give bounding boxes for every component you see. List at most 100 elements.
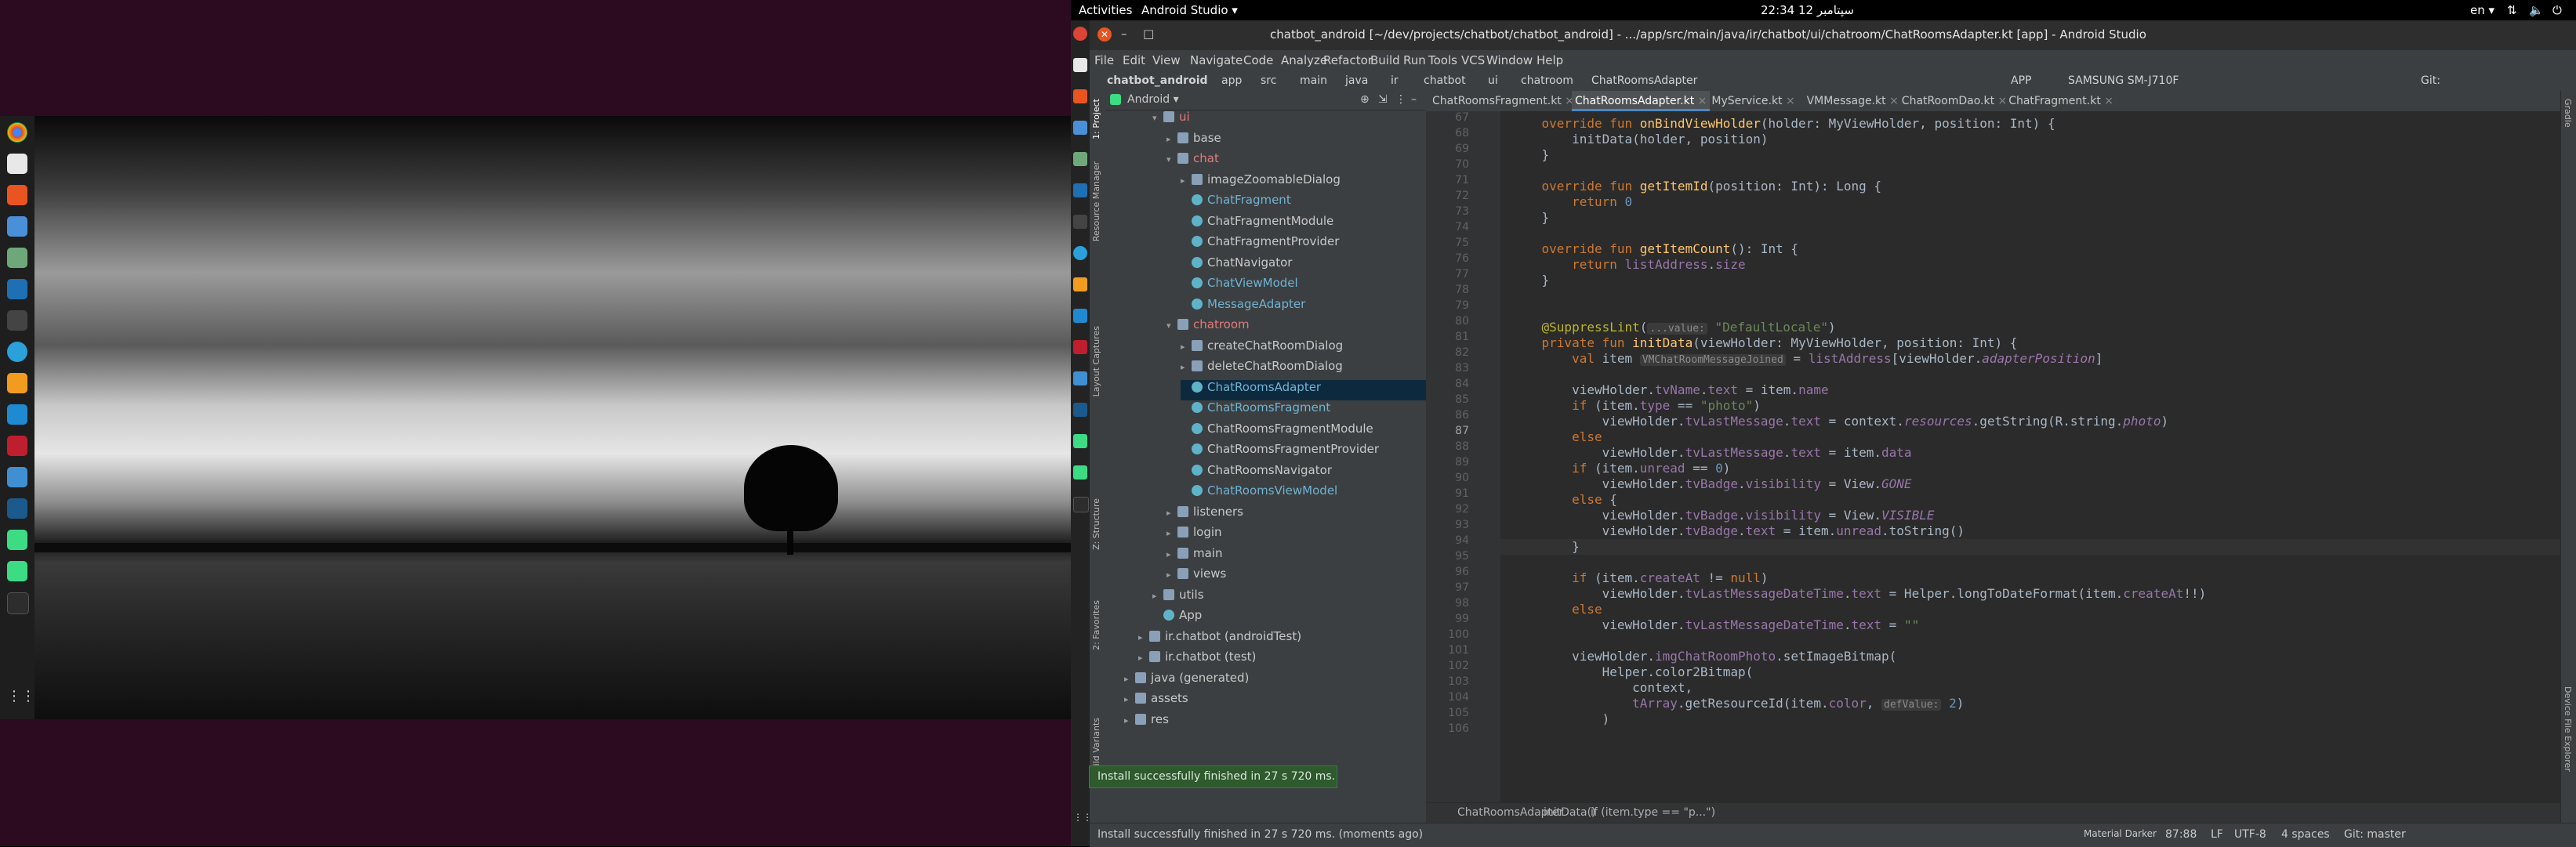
chevron-right-icon[interactable]: ▸ [1181,362,1192,372]
vscode-icon[interactable] [1073,309,1087,323]
tree-folder[interactable]: ▸ res [1124,712,1426,733]
caret-position[interactable]: 87:88 [2165,828,2197,841]
menu-navigate[interactable]: Navigate [1190,53,1243,67]
menu-refactor[interactable]: Refactor [1323,53,1373,67]
terminal-icon[interactable] [1073,497,1089,512]
tab-chatroomdao[interactable]: ChatRoomDao.kt × [1899,91,2011,111]
chevron-down-icon[interactable]: ▾ [1152,113,1163,123]
code-breadcrumb[interactable]: if (item.type == "p...") [1591,806,1715,819]
sublime-icon[interactable] [7,373,27,393]
menu-vcs[interactable]: VCS [1461,53,1485,67]
tab-favorites[interactable]: 2: Favorites [1091,600,1101,650]
nav-crumb[interactable]: chatroom [1521,74,1573,87]
volume-icon[interactable]: 🔈 [2529,3,2544,17]
menu-view[interactable]: View [1152,53,1181,67]
camera-icon[interactable] [7,310,27,331]
close-icon[interactable]: × [2101,95,2113,107]
chevron-right-icon[interactable]: ▸ [1181,176,1192,186]
sublime-icon[interactable] [1073,277,1087,291]
close-icon[interactable]: × [1886,95,1899,107]
run-config-selector[interactable]: APP [2011,74,2031,87]
menu-file[interactable]: File [1094,53,1114,67]
android-icon-2[interactable] [1073,465,1087,480]
chevron-down-icon[interactable]: ▾ [1166,154,1177,165]
tree-folder[interactable]: ▸ views [1166,566,1426,587]
tree-folder[interactable]: ▸ ir.chatbot (androidTest) [1138,629,1426,650]
filezilla-icon[interactable] [1073,340,1087,354]
tree-file[interactable]: App [1152,608,1426,628]
app-menu[interactable]: Android Studio ▾ [1141,3,1238,17]
menu-edit[interactable]: Edit [1123,53,1145,67]
nav-crumb[interactable]: main [1300,74,1327,87]
nav-crumb[interactable]: chatbot [1424,74,1466,87]
chevron-down-icon[interactable]: ▾ [1166,320,1177,331]
menu-run[interactable]: Run [1403,53,1426,67]
tree-file[interactable]: ChatRoomsNavigator [1181,463,1426,483]
file-encoding[interactable]: UTF-8 [2234,828,2266,841]
nav-crumb[interactable]: src [1261,74,1276,87]
menu-analyze[interactable]: Analyze [1281,53,1327,67]
tree-folder[interactable]: ▸ login [1166,525,1426,545]
telegram-icon[interactable] [1073,246,1087,260]
hide-icon[interactable]: – [1411,93,1417,106]
git-branch[interactable]: Git: master [2344,828,2406,841]
tree-file[interactable]: ChatRoomsFragmentProvider [1181,442,1426,462]
tree-folder[interactable]: ▸ listeners [1166,505,1426,525]
tree-folder[interactable]: ▸ utils [1152,588,1426,608]
tree-file[interactable]: ChatRoomsViewModel [1181,483,1426,504]
network-icon[interactable] [1073,371,1087,385]
nav-crumb[interactable]: ChatRoomsAdapter [1591,74,1697,87]
chevron-right-icon[interactable]: ▸ [1138,653,1149,663]
nav-crumb[interactable]: app [1221,74,1242,87]
activities-button[interactable]: Activities [1079,3,1132,17]
tab-device-file-explorer[interactable]: Device File Explorer [2563,686,2573,772]
android-icon[interactable] [7,530,27,550]
steam-icon[interactable] [7,498,27,519]
tab-myservice[interactable]: MyService.kt × [1708,91,1798,111]
steam-icon[interactable] [1073,403,1087,417]
app-icon[interactable] [7,279,27,299]
android-studio-icon[interactable] [7,248,27,268]
code-area[interactable]: override fun onBindViewHolder(holder: My… [1500,111,2560,802]
tab-chatfragment[interactable]: ChatFragment.kt × [2005,91,2117,111]
tree-folder[interactable]: ▾ chat [1166,151,1426,172]
show-apps-icon[interactable]: ⋮⋮ [1073,812,1092,826]
tree-file[interactable]: ChatFragmentModule [1181,214,1426,234]
tree-folder[interactable]: ▾ ui [1152,110,1426,130]
project-view-selector[interactable]: Android ▾ [1127,93,1179,106]
chrome-icon[interactable] [7,122,27,143]
filezilla-icon[interactable] [7,436,27,456]
close-icon[interactable]: × [1783,95,1795,107]
menu-window[interactable]: Window [1486,53,1533,67]
menu-tools[interactable]: Tools [1428,53,1457,67]
tree-folder[interactable]: ▸ createChatRoomDialog [1181,338,1426,359]
code-breadcrumb[interactable]: initData() [1544,806,1596,819]
tree-file[interactable]: ChatRoomsAdapter [1181,379,1426,400]
tab-layout-captures[interactable]: Layout Captures [1091,326,1101,396]
menu-help[interactable]: Help [1537,53,1563,67]
tab-vmmessage[interactable]: VMMessage.kt × [1804,91,1902,111]
chevron-right-icon[interactable]: ▸ [1124,715,1135,726]
tree-file[interactable]: ChatFragment [1181,193,1426,213]
tree-folder[interactable]: ▸ java (generated) [1124,671,1426,691]
android-icon-2[interactable] [7,561,27,581]
software-icon[interactable] [7,185,27,205]
chevron-right-icon[interactable]: ▸ [1181,342,1192,352]
tree-file[interactable]: MessageAdapter [1181,297,1426,317]
android-studio-icon[interactable] [1073,152,1087,166]
chevron-right-icon[interactable]: ▸ [1166,508,1177,518]
nav-crumb[interactable]: java [1345,74,1368,87]
files-icon[interactable] [7,154,27,174]
android-icon[interactable] [1073,434,1087,448]
chevron-right-icon[interactable]: ▸ [1166,549,1177,559]
install-notification[interactable]: Install successfully finished in 27 s 72… [1089,766,1337,788]
tree-folder[interactable]: ▸ deleteChatRoomDialog [1181,359,1426,379]
status-message[interactable]: Install successfully finished in 27 s 72… [1098,828,1423,841]
tree-folder[interactable]: ▸ main [1166,546,1426,566]
device-selector[interactable]: SAMSUNG SM-J710F [2068,74,2179,87]
power-icon[interactable]: ⏻ [2552,3,2562,17]
files-icon[interactable] [1073,58,1087,72]
chevron-right-icon[interactable]: ▸ [1166,528,1177,538]
tree-folder[interactable]: ▾ chatroom [1166,317,1426,338]
chevron-right-icon[interactable]: ▸ [1166,570,1177,580]
